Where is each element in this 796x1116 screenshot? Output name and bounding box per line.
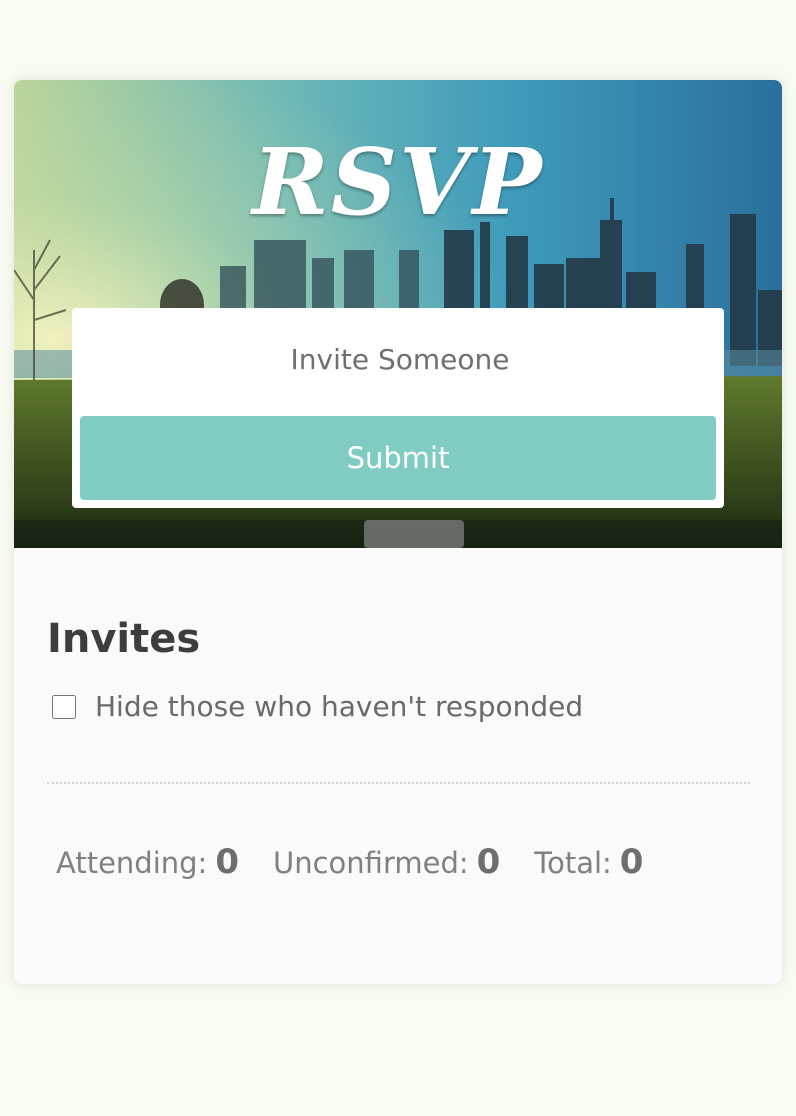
attending-stat: Attending: 0: [56, 842, 239, 882]
invites-heading: Invites: [47, 616, 201, 662]
unconfirmed-stat: Unconfirmed: 0: [273, 842, 500, 882]
invite-input[interactable]: [80, 316, 720, 402]
attending-count: 0: [215, 842, 239, 882]
attending-label: Attending:: [56, 846, 208, 880]
invite-stats: Attending: 0 Unconfirmed: 0 Total: 0: [56, 842, 677, 882]
total-label: Total:: [534, 846, 612, 880]
page-title: RSVP: [252, 128, 544, 236]
hero-banner: RSVP Submit: [14, 80, 782, 548]
total-stat: Total: 0: [534, 842, 643, 882]
unconfirmed-label: Unconfirmed:: [273, 846, 469, 880]
rsvp-card: RSVP Submit Invites Hide those who haven…: [14, 80, 782, 984]
hide-unresponded-label: Hide those who haven't responded: [95, 690, 584, 723]
submit-button[interactable]: Submit: [80, 416, 716, 500]
total-count: 0: [619, 842, 644, 882]
hide-unresponded-checkbox[interactable]: [52, 694, 76, 719]
hide-unresponded-toggle[interactable]: Hide those who haven't responded: [52, 690, 583, 723]
invite-form: Submit: [72, 308, 724, 508]
divider: [47, 782, 750, 784]
unconfirmed-count: 0: [476, 842, 501, 882]
